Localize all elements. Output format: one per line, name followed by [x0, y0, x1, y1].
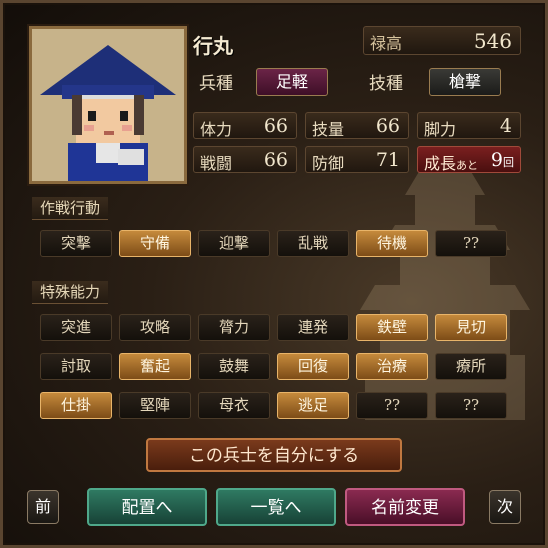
- ability-button[interactable]: 療所: [435, 353, 507, 380]
- prev-button[interactable]: 前: [27, 490, 59, 524]
- stat-speed: 脚力 4: [417, 112, 521, 139]
- stipend-value: 546: [473, 29, 512, 53]
- stat-skill: 技量 66: [305, 112, 409, 139]
- stipend-label: 禄高: [370, 34, 403, 53]
- ability-button[interactable]: 母衣: [198, 392, 270, 419]
- ability-button[interactable]: 奮起: [119, 353, 191, 380]
- ability-button[interactable]: 攻略: [119, 314, 191, 341]
- ability-button[interactable]: ??: [435, 392, 507, 419]
- stat-value: 71: [375, 149, 400, 171]
- ability-button[interactable]: 連発: [277, 314, 349, 341]
- troop-type-caption: 兵種: [193, 66, 253, 94]
- skill-type-caption: 技種: [363, 66, 423, 94]
- tactic-button[interactable]: 待機: [356, 230, 428, 257]
- stat-value: 66: [263, 149, 288, 171]
- ashigaru-portrait-art: [32, 29, 184, 181]
- ability-button[interactable]: 討取: [40, 353, 112, 380]
- ability-button[interactable]: 突進: [40, 314, 112, 341]
- deploy-button[interactable]: 配置へ: [87, 488, 207, 526]
- growth-value: 9: [490, 149, 503, 171]
- ability-button[interactable]: 仕掛: [40, 392, 112, 419]
- stat-label: 技量: [312, 120, 345, 139]
- stat-label: 体力: [200, 120, 233, 139]
- tactic-button[interactable]: 突撃: [40, 230, 112, 257]
- tactic-button[interactable]: ??: [435, 230, 507, 257]
- skill-type-badge: 槍撃: [429, 68, 501, 96]
- stat-combat: 戦闘 66: [193, 146, 297, 173]
- stipend-panel: 禄高 546: [363, 26, 521, 55]
- skill-type-label: 技種: [369, 74, 403, 94]
- ability-button[interactable]: 鉄壁: [356, 314, 428, 341]
- unit-status-screen: 行丸 禄高 546 兵種 足軽 技種 槍撃 体力 66 技量 66 脚力 4 戦…: [0, 0, 548, 548]
- growth-badge: 成長あと 9回: [417, 146, 521, 173]
- unit-name: 行丸: [193, 34, 233, 58]
- stat-value: 4: [499, 115, 512, 137]
- growth-unit: 回: [503, 156, 514, 169]
- ability-button[interactable]: 膂力: [198, 314, 270, 341]
- next-button[interactable]: 次: [489, 490, 521, 524]
- ability-button[interactable]: 治療: [356, 353, 428, 380]
- list-button[interactable]: 一覧へ: [216, 488, 336, 526]
- troop-type-label: 兵種: [199, 74, 233, 94]
- stat-label: 戦闘: [200, 154, 233, 173]
- ability-button[interactable]: 鼓舞: [198, 353, 270, 380]
- ability-button[interactable]: 逃足: [277, 392, 349, 419]
- castle-background-art: [360, 170, 530, 420]
- ability-button[interactable]: 回復: [277, 353, 349, 380]
- unit-portrait: [29, 26, 187, 184]
- abilities-section-title: 特殊能力: [32, 281, 109, 304]
- stat-value: 66: [263, 115, 288, 137]
- ability-button[interactable]: ??: [356, 392, 428, 419]
- growth-label: 成長: [424, 154, 457, 173]
- tactic-button[interactable]: 乱戦: [277, 230, 349, 257]
- stat-label: 脚力: [424, 120, 457, 139]
- ability-button[interactable]: 堅陣: [119, 392, 191, 419]
- growth-remaining-label: あと: [456, 159, 479, 172]
- stat-value: 66: [375, 115, 400, 137]
- tactic-button[interactable]: 守備: [119, 230, 191, 257]
- adopt-soldier-button[interactable]: この兵士を自分にする: [146, 438, 402, 472]
- tactic-button[interactable]: 迎撃: [198, 230, 270, 257]
- ability-button[interactable]: 見切: [435, 314, 507, 341]
- stat-defense: 防御 71: [305, 146, 409, 173]
- stat-label: 防御: [312, 154, 345, 173]
- stat-stamina: 体力 66: [193, 112, 297, 139]
- tactics-section-title: 作戦行動: [32, 197, 109, 220]
- rename-button[interactable]: 名前変更: [345, 488, 465, 526]
- troop-type-badge: 足軽: [256, 68, 328, 96]
